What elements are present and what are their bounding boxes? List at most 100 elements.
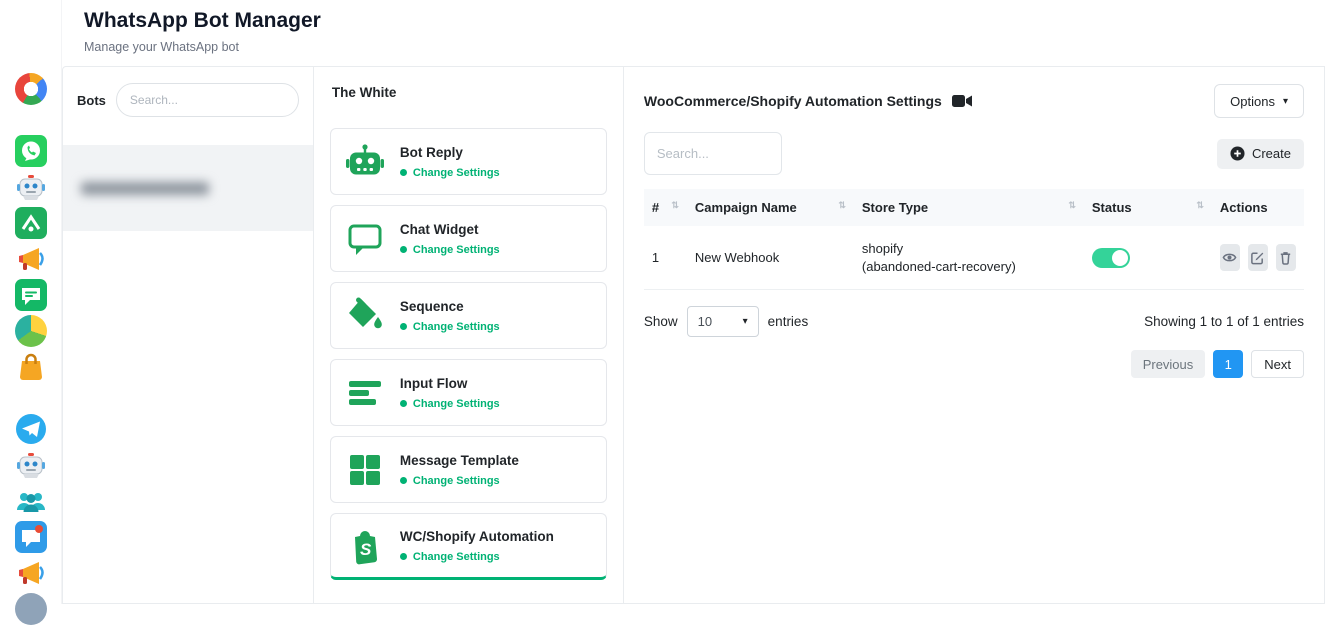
status-dot-icon xyxy=(400,323,407,330)
settings-title: WooCommerce/Shopify Automation Settings xyxy=(644,93,942,109)
feature-title: WC/Shopify Automation xyxy=(400,529,554,544)
col-header-status[interactable]: Status⇅ xyxy=(1084,189,1212,226)
bot-features-panel: The White Bot Reply Change Settings xyxy=(314,67,624,603)
next-page-button[interactable]: Next xyxy=(1251,350,1304,378)
chevron-down-icon: ▾ xyxy=(1283,96,1288,107)
plus-circle-icon xyxy=(1230,146,1245,161)
cell-campaign-name: New Webhook xyxy=(687,226,854,290)
feature-title: Input Flow xyxy=(400,376,500,391)
change-settings-link[interactable]: Change Settings xyxy=(413,398,500,410)
svg-text:S: S xyxy=(360,540,372,559)
feature-card-message-template[interactable]: Message Template Change Settings xyxy=(330,436,607,503)
feature-card-chat-widget[interactable]: Chat Widget Change Settings xyxy=(330,205,607,272)
bots-panel: Bots xyxy=(63,67,314,603)
table-row: 1 New Webhook shopify (abandoned-cart-re… xyxy=(644,226,1304,290)
sort-icon[interactable]: ⇅ xyxy=(1196,200,1204,210)
megaphone-2-icon[interactable] xyxy=(15,557,47,589)
cell-num: 1 xyxy=(644,226,687,290)
feature-status: Change Settings xyxy=(400,167,500,179)
previous-page-button[interactable]: Previous xyxy=(1131,350,1206,378)
bots-search-input[interactable] xyxy=(116,83,299,117)
chevron-down-icon: ▾ xyxy=(743,316,748,327)
feature-card-body: Chat Widget Change Settings xyxy=(400,222,500,256)
feature-card-body: Message Template Change Settings xyxy=(400,453,519,487)
options-label: Options xyxy=(1230,94,1275,109)
feature-status: Change Settings xyxy=(400,551,554,563)
bot-list-item[interactable] xyxy=(63,145,313,231)
feature-status: Change Settings xyxy=(400,244,500,256)
feature-status: Change Settings xyxy=(400,475,519,487)
page-subtitle: Manage your WhatsApp bot xyxy=(84,40,1303,54)
feature-card-sequence[interactable]: Sequence Change Settings xyxy=(330,282,607,349)
change-settings-link[interactable]: Change Settings xyxy=(413,475,500,487)
video-camera-icon[interactable] xyxy=(952,94,972,108)
paint-fill-icon xyxy=(344,295,386,337)
automation-settings-panel: WooCommerce/Shopify Automation Settings … xyxy=(624,67,1324,603)
partial-app-icon[interactable] xyxy=(15,593,47,625)
app-rail xyxy=(0,0,62,604)
feature-status: Change Settings xyxy=(400,321,500,333)
trash-icon xyxy=(1278,250,1293,265)
bars-icon xyxy=(344,372,386,414)
edit-button[interactable] xyxy=(1248,244,1268,271)
show-label: Show xyxy=(644,314,678,329)
bot-2-icon[interactable] xyxy=(15,449,47,481)
blue-chat-icon[interactable] xyxy=(15,521,47,553)
toggle-knob xyxy=(1112,250,1128,266)
sort-icon[interactable]: ⇅ xyxy=(838,200,846,210)
page-title: WhatsApp Bot Manager xyxy=(84,9,1303,33)
col-header-store-type[interactable]: Store Type⇅ xyxy=(854,189,1084,226)
chat-bubble-icon xyxy=(344,218,386,260)
grid-icon xyxy=(344,449,386,491)
whatsapp-icon[interactable] xyxy=(15,135,47,167)
page-header: WhatsApp Bot Manager Manage your WhatsAp… xyxy=(62,0,1325,66)
feature-card-body: Bot Reply Change Settings xyxy=(400,145,500,179)
change-settings-link[interactable]: Change Settings xyxy=(413,551,500,563)
team-icon[interactable] xyxy=(15,485,47,517)
feature-card-input-flow[interactable]: Input Flow Change Settings xyxy=(330,359,607,426)
feature-card-bot-reply[interactable]: Bot Reply Change Settings xyxy=(330,128,607,195)
settings-header: WooCommerce/Shopify Automation Settings … xyxy=(644,67,1304,118)
status-toggle[interactable] xyxy=(1092,248,1130,268)
change-settings-link[interactable]: Change Settings xyxy=(413,167,500,179)
robot-icon xyxy=(344,141,386,183)
campaigns-table: #⇅ Campaign Name⇅ Store Type⇅ Status⇅ Ac… xyxy=(644,189,1304,290)
green-messages-icon[interactable] xyxy=(15,279,47,311)
content-card: Bots The White Bot Reply xyxy=(62,66,1325,604)
delete-button[interactable] xyxy=(1276,244,1296,271)
feature-card-body: Sequence Change Settings xyxy=(400,299,500,333)
options-button[interactable]: Options ▾ xyxy=(1214,84,1304,118)
pencil-icon xyxy=(1250,250,1265,265)
table-toolbar: Create xyxy=(644,132,1304,175)
sort-icon[interactable]: ⇅ xyxy=(671,200,679,210)
page-size-select[interactable]: 10 ▾ xyxy=(687,306,759,337)
bird-icon[interactable] xyxy=(15,315,47,347)
green-tool-icon[interactable] xyxy=(15,207,47,239)
shopping-bag-icon[interactable] xyxy=(15,351,47,383)
bot-icon[interactable] xyxy=(15,171,47,203)
feature-card-body: WC/Shopify Automation Change Settings xyxy=(400,529,554,563)
view-button[interactable] xyxy=(1220,244,1240,271)
create-button[interactable]: Create xyxy=(1217,139,1304,169)
col-header-num[interactable]: #⇅ xyxy=(644,189,687,226)
logo-icon[interactable] xyxy=(15,73,47,105)
bots-header: Bots xyxy=(63,67,313,131)
change-settings-link[interactable]: Change Settings xyxy=(413,321,500,333)
telegram-icon[interactable] xyxy=(15,413,47,445)
change-settings-link[interactable]: Change Settings xyxy=(413,244,500,256)
feature-card-wc-shopify-automation[interactable]: S WC/Shopify Automation Change Settings xyxy=(330,513,607,580)
table-search-input[interactable] xyxy=(644,132,782,175)
showing-entries-text: Showing 1 to 1 of 1 entries xyxy=(1144,314,1304,329)
col-header-campaign-name[interactable]: Campaign Name⇅ xyxy=(687,189,854,226)
entries-label: entries xyxy=(768,314,809,329)
status-dot-icon xyxy=(400,400,407,407)
pagination: Previous 1 Next xyxy=(644,350,1304,378)
bot-name-title: The White xyxy=(330,67,607,128)
sort-icon[interactable]: ⇅ xyxy=(1068,200,1076,210)
current-page-button[interactable]: 1 xyxy=(1213,350,1243,378)
page: WhatsApp Bot Manager Manage your WhatsAp… xyxy=(0,0,1325,604)
cell-store-type: shopify (abandoned-cart-recovery) xyxy=(854,226,1084,290)
megaphone-icon[interactable] xyxy=(15,243,47,275)
cell-status xyxy=(1084,226,1212,290)
feature-status: Change Settings xyxy=(400,398,500,410)
